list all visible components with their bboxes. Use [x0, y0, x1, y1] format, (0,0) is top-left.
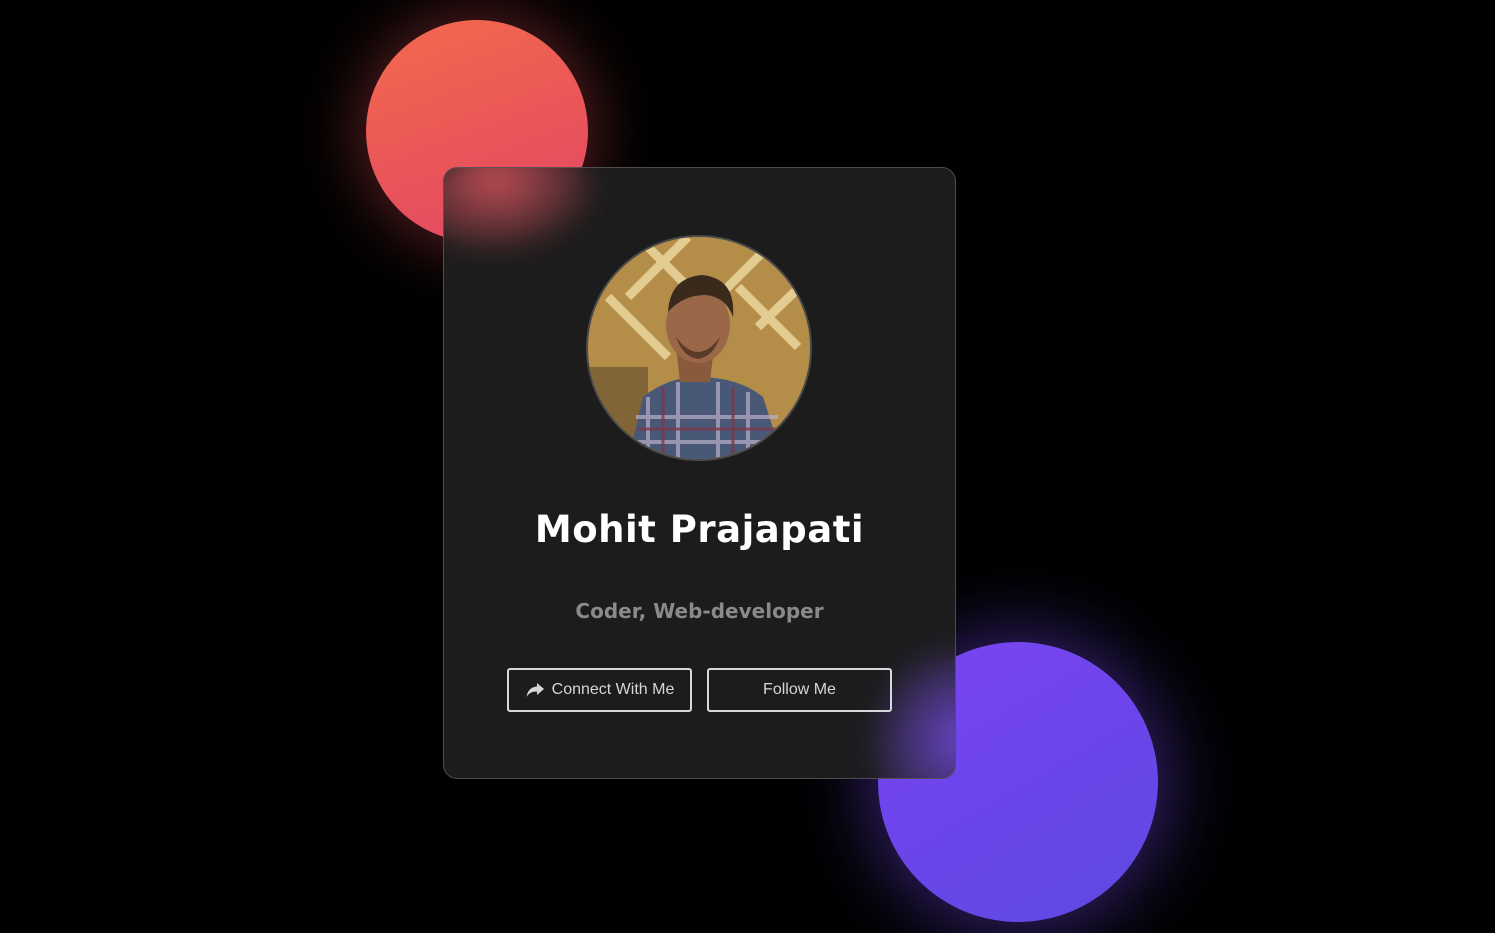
card-red-glow	[444, 168, 604, 258]
follow-button-label: Follow Me	[763, 681, 836, 698]
share-icon	[525, 682, 545, 698]
connect-button-label: Connect With Me	[551, 681, 675, 698]
avatar-photo	[588, 237, 810, 459]
avatar	[586, 235, 812, 461]
page-background: Mohit Prajapati Coder, Web-developer Con…	[0, 0, 1495, 933]
profile-card: Mohit Prajapati Coder, Web-developer Con…	[443, 167, 956, 779]
profile-role: Coder, Web-developer	[575, 599, 824, 623]
connect-button[interactable]: Connect With Me	[507, 668, 692, 712]
follow-button[interactable]: Follow Me	[707, 668, 892, 712]
profile-name: Mohit Prajapati	[534, 508, 865, 551]
